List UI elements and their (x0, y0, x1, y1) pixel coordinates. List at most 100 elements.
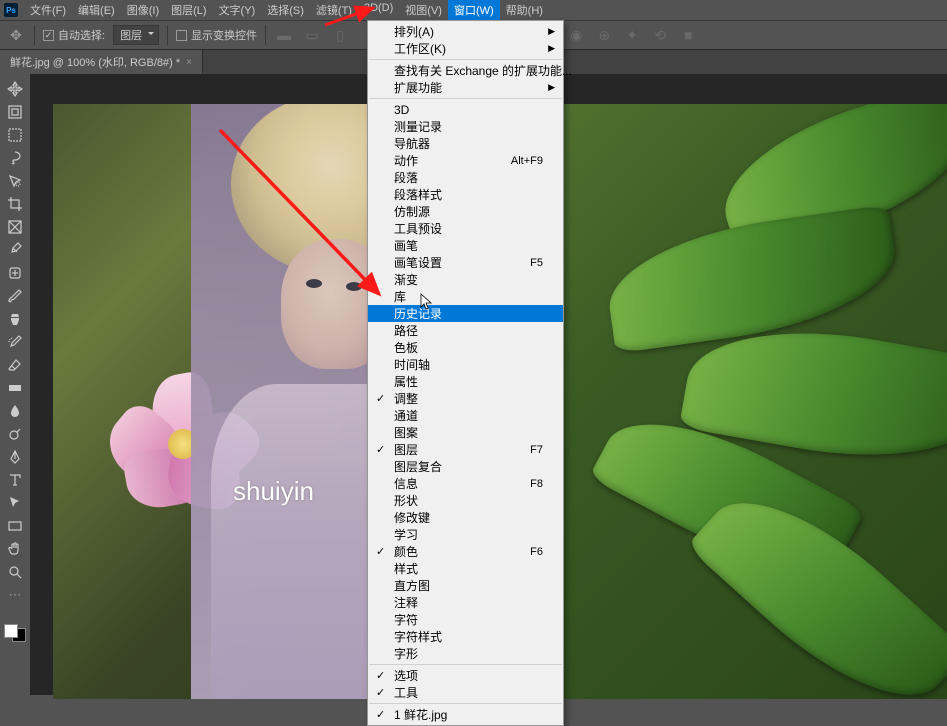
3d-4-icon: ⟲ (650, 25, 670, 45)
menu-item-[interactable]: 注释 (368, 594, 563, 611)
menu-item-[interactable]: 字形 (368, 645, 563, 662)
zoom-tool[interactable] (3, 561, 27, 583)
menu-3d[interactable]: 3D(D) (358, 0, 399, 20)
menu-item-[interactable]: 工具预设 (368, 220, 563, 237)
artboard-tool[interactable] (3, 101, 27, 123)
menu-item-A[interactable]: 排列(A)▶ (368, 23, 563, 40)
menu-item-label: 信息 (394, 475, 418, 492)
menu-item-label: 注释 (394, 594, 418, 611)
pen-tool[interactable] (3, 446, 27, 468)
menu-item-[interactable]: 图层复合 (368, 458, 563, 475)
menu-item-label: 颜色 (394, 543, 418, 560)
shortcut-label: Alt+F9 (511, 155, 543, 167)
menu-item-[interactable]: 渐变 (368, 271, 563, 288)
rectangle-tool[interactable] (3, 515, 27, 537)
menu-item-Exchange[interactable]: 查找有关 Exchange 的扩展功能... (368, 62, 563, 79)
menu-separator (369, 59, 562, 60)
auto-select-dropdown[interactable]: 图层 (113, 25, 159, 45)
menu-item-1jpg[interactable]: ✓1 鲜花.jpg (368, 706, 563, 723)
heal-tool[interactable] (3, 262, 27, 284)
menu-item-3D[interactable]: 3D (368, 101, 563, 118)
hand-tool[interactable] (3, 538, 27, 560)
menu-item-[interactable]: 色板 (368, 339, 563, 356)
clone-tool[interactable] (3, 308, 27, 330)
move-tool-icon: ✥ (6, 25, 26, 45)
document-tab[interactable]: 鲜花.jpg @ 100% (水印, RGB/8#) * × (0, 50, 203, 74)
close-tab-icon[interactable]: × (186, 57, 192, 68)
menu-item-[interactable]: 画笔 (368, 237, 563, 254)
menu-滤镜[interactable]: 滤镜(T) (310, 0, 358, 20)
menu-选择[interactable]: 选择(S) (261, 0, 310, 20)
menu-图像[interactable]: 图像(I) (121, 0, 165, 20)
eraser-tool[interactable] (3, 354, 27, 376)
menu-item-[interactable]: 字符 (368, 611, 563, 628)
dodge-tool[interactable] (3, 423, 27, 445)
menu-item-[interactable]: ✓颜色F6 (368, 543, 563, 560)
path-select-tool[interactable] (3, 492, 27, 514)
menu-item-K[interactable]: 工作区(K) ▶ (368, 40, 563, 57)
menu-窗口[interactable]: 窗口(W) (448, 0, 500, 20)
menu-图层[interactable]: 图层(L) (165, 0, 212, 20)
auto-select-checkbox[interactable]: ✓自动选择: (43, 27, 105, 43)
submenu-arrow-icon: ▶ (548, 43, 555, 54)
blur-tool[interactable] (3, 400, 27, 422)
menu-item-[interactable]: ✓图层F7 (368, 441, 563, 458)
menu-帮助[interactable]: 帮助(H) (500, 0, 549, 20)
type-tool[interactable] (3, 469, 27, 491)
menu-item-[interactable]: 直方图 (368, 577, 563, 594)
menu-item-label: 工作区(K) (394, 40, 446, 57)
menu-item-[interactable]: 历史记录 (368, 305, 563, 322)
menu-item-[interactable]: 动作Alt+F9 (368, 152, 563, 169)
edit-toolbar[interactable]: ⋯ (3, 584, 27, 606)
eyedropper-tool[interactable] (3, 239, 27, 261)
menu-item-label: 形状 (394, 492, 418, 509)
menu-item-[interactable]: 扩展功能▶ (368, 79, 563, 96)
menu-item-[interactable]: ✓调整 (368, 390, 563, 407)
menu-bar: Ps 文件(F)编辑(E)图像(I)图层(L)文字(Y)选择(S)滤镜(T)3D… (0, 0, 947, 20)
menu-item-[interactable]: 通道 (368, 407, 563, 424)
history-brush-tool[interactable] (3, 331, 27, 353)
menu-item-[interactable]: 样式 (368, 560, 563, 577)
menu-item-[interactable]: 路径 (368, 322, 563, 339)
menu-item-[interactable]: 段落样式 (368, 186, 563, 203)
menu-item-label: 字符 (394, 611, 418, 628)
menu-item-[interactable]: ✓选项 (368, 667, 563, 684)
menu-item-[interactable]: 导航器 (368, 135, 563, 152)
marquee-tool[interactable] (3, 124, 27, 146)
menu-item-[interactable]: 修改键 (368, 509, 563, 526)
menu-item-[interactable]: 画笔设置F5 (368, 254, 563, 271)
menu-item-[interactable]: 段落 (368, 169, 563, 186)
menu-item-[interactable]: 仿制源 (368, 203, 563, 220)
menu-视图[interactable]: 视图(V) (399, 0, 448, 20)
gradient-tool[interactable] (3, 377, 27, 399)
check-icon: ✓ (376, 545, 385, 558)
crop-tool[interactable] (3, 193, 27, 215)
menu-item-label: 3D (394, 103, 409, 117)
menu-item-[interactable]: 时间轴 (368, 356, 563, 373)
menu-item-[interactable]: 形状 (368, 492, 563, 509)
brush-tool[interactable] (3, 285, 27, 307)
menu-item-label: 色板 (394, 339, 418, 356)
menu-编辑[interactable]: 编辑(E) (72, 0, 121, 20)
quick-select-tool[interactable] (3, 170, 27, 192)
menu-文件[interactable]: 文件(F) (24, 0, 72, 20)
menu-item-[interactable]: 测量记录 (368, 118, 563, 135)
window-menu-dropdown: 排列(A)▶工作区(K) ▶ 查找有关 Exchange 的扩展功能...扩展功能▶… (367, 20, 564, 726)
menu-item-[interactable]: 信息F8 (368, 475, 563, 492)
menu-item-label: 扩展功能 (394, 79, 442, 96)
menu-item-[interactable]: 学习 (368, 526, 563, 543)
menu-item-[interactable]: 图案 (368, 424, 563, 441)
frame-tool[interactable] (3, 216, 27, 238)
align-1-icon: ▬ (274, 25, 294, 45)
menu-item-label: 路径 (394, 322, 418, 339)
align-2-icon: ▭ (302, 25, 322, 45)
menu-item-[interactable]: 库 (368, 288, 563, 305)
lasso-tool[interactable] (3, 147, 27, 169)
menu-item-[interactable]: 属性 (368, 373, 563, 390)
show-transform-checkbox[interactable]: 显示变换控件 (176, 27, 257, 43)
move-tool[interactable] (3, 78, 27, 100)
menu-文字[interactable]: 文字(Y) (213, 0, 262, 20)
menu-item-[interactable]: ✓工具 (368, 684, 563, 701)
menu-item-[interactable]: 字符样式 (368, 628, 563, 645)
color-swatch[interactable] (4, 624, 26, 642)
